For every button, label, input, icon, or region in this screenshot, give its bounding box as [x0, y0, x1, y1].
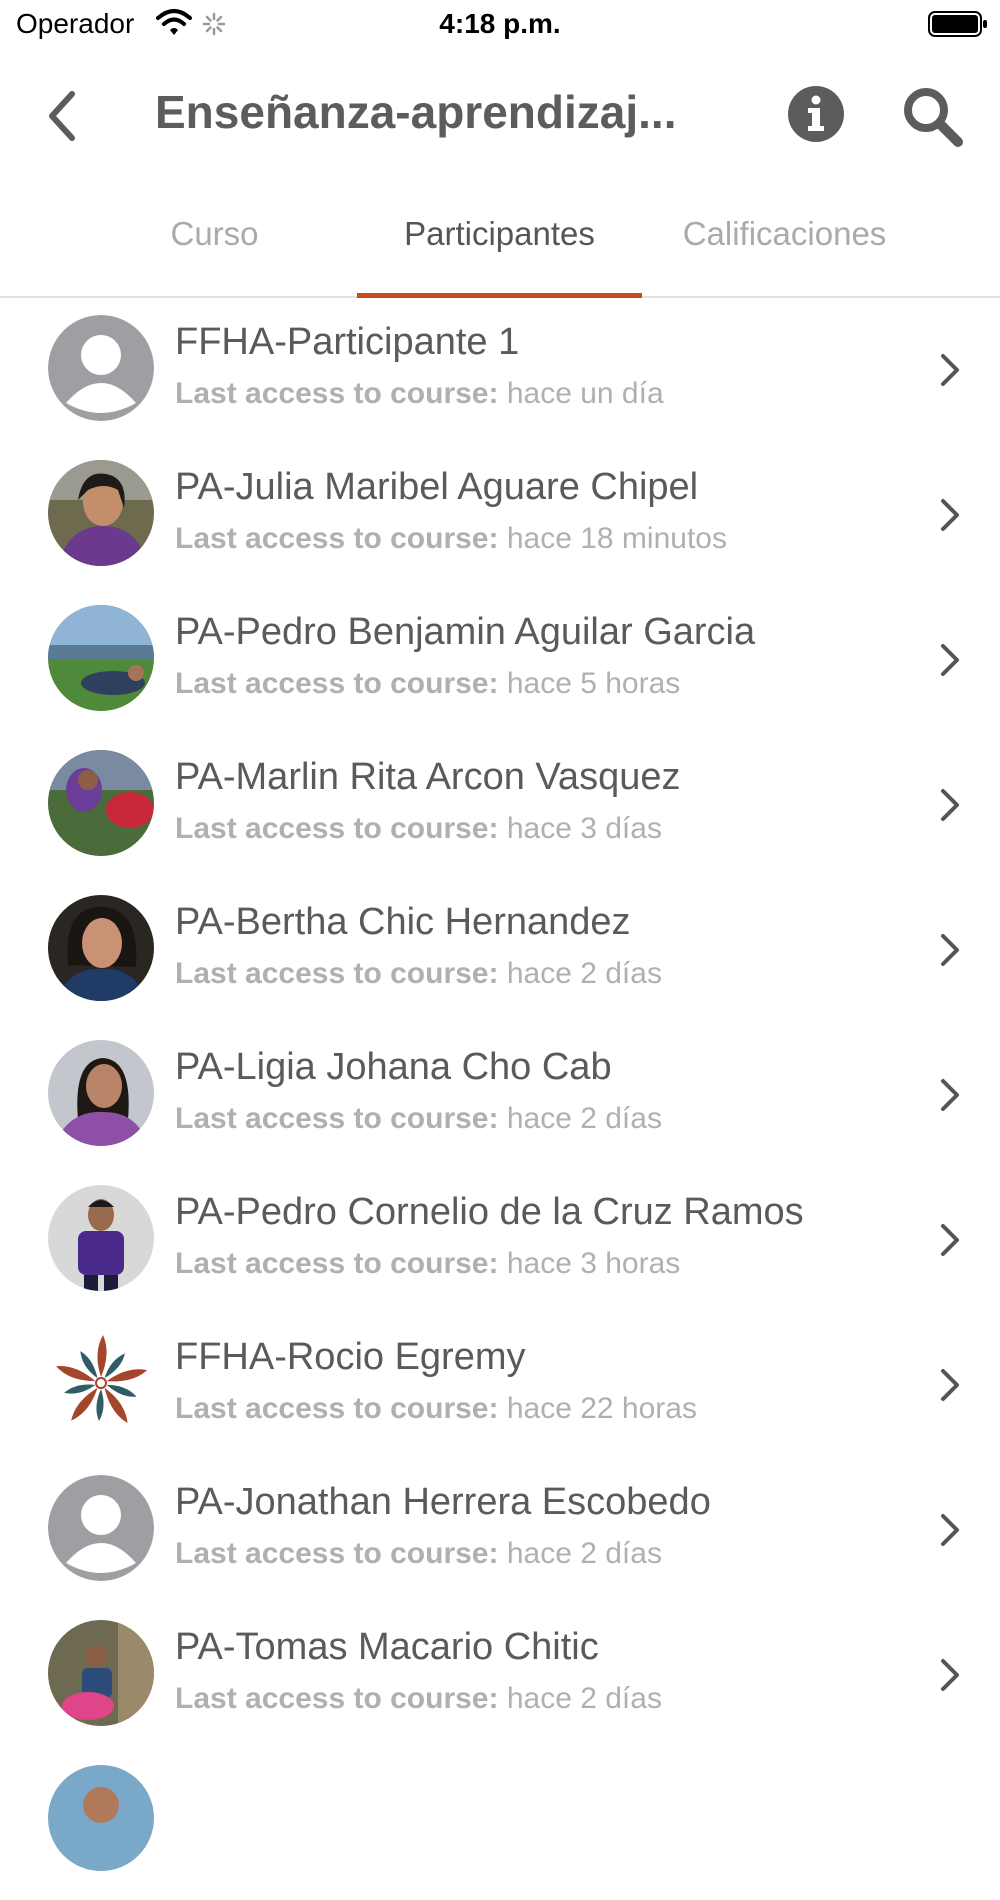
- participant-row[interactable]: PA-Pedro Cornelio de la Cruz Ramos Last …: [0, 1175, 1000, 1320]
- avatar: [48, 1620, 154, 1726]
- participant-name: FFHA-Participante 1: [175, 321, 520, 363]
- logo-avatar-icon: [48, 1330, 154, 1436]
- participant-name: PA-Julia Maribel Aguare Chipel: [175, 466, 699, 508]
- avatar: [48, 895, 154, 1001]
- chevron-right-icon: [941, 1514, 959, 1546]
- info-button[interactable]: [786, 84, 846, 144]
- chevron-right-icon: [941, 789, 959, 821]
- last-access: Last access to course: hace 22 horas: [175, 1392, 697, 1425]
- last-access: Last access to course: hace un día: [175, 377, 664, 410]
- battery-icon: [928, 11, 988, 42]
- page-title: Enseñanza-aprendizaj...: [155, 86, 677, 138]
- participant-name: PA-Bertha Chic Hernandez: [175, 901, 631, 943]
- participant-row[interactable]: PA-Ligia Johana Cho Cab Last access to c…: [0, 1030, 1000, 1175]
- participant-name: FFHA-Rocio Egremy: [175, 1336, 526, 1378]
- participant-row[interactable]: PA-Julia Maribel Aguare Chipel Last acce…: [0, 450, 1000, 595]
- participant-name: PA-Tomas Macario Chitic: [175, 1626, 599, 1668]
- chevron-left-icon: [49, 91, 75, 141]
- last-access: Last access to course: hace 3 días: [175, 812, 662, 845]
- chevron-right-icon: [941, 1659, 959, 1691]
- participant-name: PA-Pedro Cornelio de la Cruz Ramos: [175, 1191, 804, 1233]
- tab-participantes[interactable]: Participantes: [357, 190, 642, 298]
- navigation-bar: Enseñanza-aprendizaj...: [0, 60, 1000, 170]
- participant-name: PA-Pedro Benjamin Aguilar Garcia: [175, 611, 756, 653]
- participant-row-partial[interactable]: [0, 1755, 1000, 1900]
- avatar: [48, 1185, 154, 1291]
- participant-name: PA-Jonathan Herrera Escobedo: [175, 1481, 711, 1523]
- chevron-right-icon: [941, 934, 959, 966]
- participant-row[interactable]: FFHA-Participante 1 Last access to cours…: [0, 305, 1000, 450]
- avatar: [48, 605, 154, 711]
- avatar: [48, 1765, 154, 1871]
- chevron-right-icon: [941, 354, 959, 386]
- participant-row[interactable]: FFHA-Rocio Egremy Last access to course:…: [0, 1320, 1000, 1465]
- search-icon: [904, 88, 963, 147]
- avatar: [48, 1040, 154, 1146]
- last-access: Last access to course: hace 5 horas: [175, 667, 681, 700]
- participant-name: PA-Marlin Rita Arcon Vasquez: [175, 756, 681, 798]
- search-button[interactable]: [900, 84, 964, 148]
- chevron-right-icon: [941, 499, 959, 531]
- chevron-right-icon: [941, 1224, 959, 1256]
- tab-curso[interactable]: Curso: [72, 190, 357, 296]
- last-access: Last access to course: hace 2 días: [175, 1682, 662, 1715]
- participant-row[interactable]: PA-Pedro Benjamin Aguilar Garcia Last ac…: [0, 595, 1000, 740]
- chevron-right-icon: [941, 1369, 959, 1401]
- clock: 4:18 p.m.: [439, 8, 561, 39]
- avatar: [48, 750, 154, 856]
- info-icon: [788, 86, 844, 142]
- avatar: [48, 460, 154, 566]
- tab-bar: Curso Participantes Calificaciones: [0, 190, 1000, 298]
- last-access: Last access to course: hace 2 días: [175, 1102, 662, 1135]
- default-avatar-icon: [48, 315, 154, 421]
- chevron-right-icon: [941, 1079, 959, 1111]
- participant-row[interactable]: PA-Tomas Macario Chitic Last access to c…: [0, 1610, 1000, 1755]
- participant-row[interactable]: PA-Bertha Chic Hernandez Last access to …: [0, 885, 1000, 1030]
- participant-row[interactable]: PA-Marlin Rita Arcon Vasquez Last access…: [0, 740, 1000, 885]
- tab-calificaciones[interactable]: Calificaciones: [642, 190, 927, 296]
- participant-name: PA-Ligia Johana Cho Cab: [175, 1046, 612, 1088]
- last-access: Last access to course: hace 18 minutos: [175, 522, 727, 555]
- chevron-right-icon: [941, 644, 959, 676]
- last-access: Last access to course: hace 2 días: [175, 1537, 662, 1570]
- last-access: Last access to course: hace 3 horas: [175, 1247, 681, 1280]
- participant-row[interactable]: PA-Jonathan Herrera Escobedo Last access…: [0, 1465, 1000, 1610]
- back-button[interactable]: [40, 84, 90, 148]
- last-access: Last access to course: hace 2 días: [175, 957, 662, 990]
- status-bar: Operador 4:18 p.m.: [0, 0, 1000, 50]
- participant-list: FFHA-Participante 1 Last access to cours…: [0, 305, 1000, 1900]
- default-avatar-icon: [48, 1475, 154, 1581]
